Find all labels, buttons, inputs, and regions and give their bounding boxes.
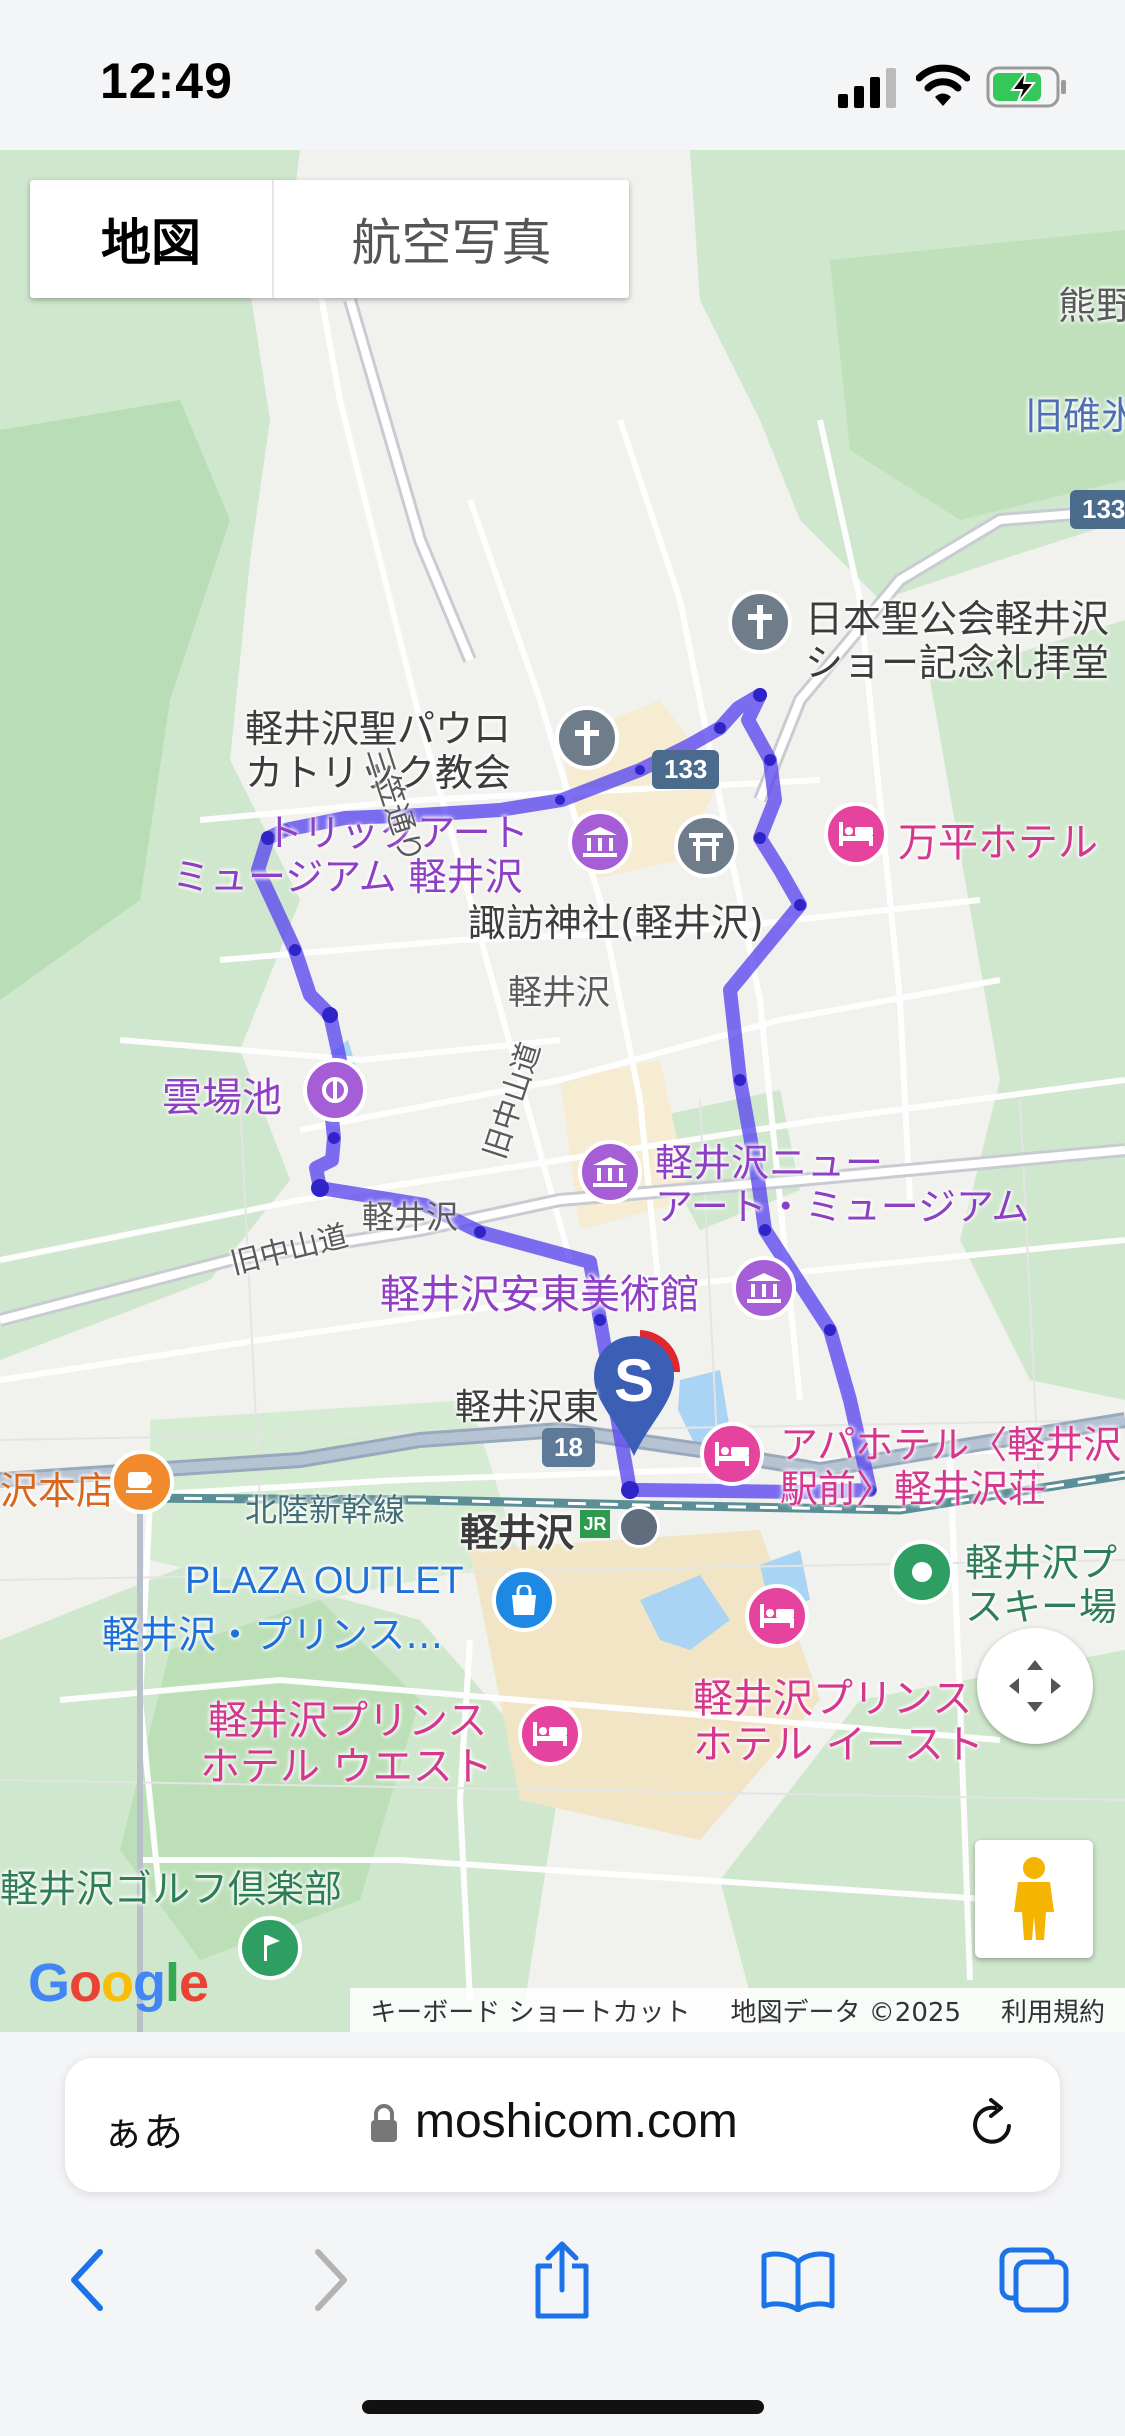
church-icon[interactable]	[555, 706, 619, 770]
hotel-icon[interactable]	[700, 1422, 764, 1486]
label-karuizawa-area: 軽井沢	[508, 973, 610, 1013]
tabs-button[interactable]	[984, 2230, 1084, 2330]
route-18-shield: 18	[542, 1428, 595, 1467]
label-cafe-honten: 沢本店	[0, 1469, 115, 1513]
label-apa-hotel-2: 駅前〉軽井沢荘	[780, 1467, 1047, 1511]
label-new-art-2: アート・ミュージアム	[655, 1185, 1030, 1229]
shrine-icon[interactable]	[674, 814, 738, 878]
terms-link[interactable]: 利用規約	[1001, 1992, 1105, 2029]
label-golf-club: 軽井沢ゴルフ倶楽部	[0, 1867, 343, 1911]
label-ando-museum: 軽井沢安東美術館	[380, 1272, 700, 1318]
share-button[interactable]	[512, 2230, 612, 2330]
fullscreen-button[interactable]	[977, 1628, 1093, 1744]
label-plaza-outlet-2: 軽井沢・プリンス…	[102, 1613, 444, 1657]
label-prince-west-2: ホテル ウエスト	[200, 1744, 493, 1790]
label-suwa-shrine: 諏訪神社(軽井沢)	[468, 901, 764, 945]
hotel-icon[interactable]	[824, 802, 888, 866]
status-bar: 12:49	[0, 0, 1125, 150]
label-prince-east-2: ホテル イースト	[693, 1722, 984, 1768]
golf-icon[interactable]	[238, 1916, 302, 1980]
wifi-icon	[916, 64, 970, 106]
keyboard-shortcuts-link[interactable]: キーボード ショートカット	[370, 1992, 690, 2029]
map-type-map-button[interactable]: 地図	[30, 180, 274, 298]
label-karuizawa-station: 軽井沢	[460, 1511, 575, 1555]
book-icon	[761, 2251, 835, 2312]
jr-icon: JR	[580, 1510, 610, 1538]
lock-icon	[371, 2104, 397, 2142]
label-ski-2: スキー場	[965, 1585, 1118, 1629]
shopping-icon[interactable]	[492, 1568, 556, 1632]
status-time: 12:49	[100, 53, 233, 109]
bookmarks-button[interactable]	[748, 2230, 848, 2330]
church-icon[interactable]	[728, 590, 792, 654]
museum-icon[interactable]	[568, 810, 632, 874]
map-type-control: 地図 航空写真	[30, 180, 629, 298]
street-view-pegman-button[interactable]	[975, 1840, 1093, 1958]
label-karuizawa-road: 軽井沢	[362, 1198, 459, 1236]
label-plaza-outlet-1: PLAZA OUTLET	[185, 1560, 464, 1602]
park-icon[interactable]	[303, 1058, 367, 1122]
label-kumobaike: 雲場池	[162, 1075, 282, 1121]
start-marker-letter: S	[613, 1347, 655, 1414]
map-attribution-bar: キーボード ショートカット 地図データ ©2025 利用規約	[350, 1988, 1125, 2032]
label-hokuriku-shinkansen: 北陸新幹線	[245, 1491, 406, 1529]
forward-button[interactable]	[280, 2230, 380, 2330]
label-kyuusui: 旧碓氷	[1025, 394, 1125, 438]
reader-options-button[interactable]: ぁあ	[103, 2100, 183, 2158]
pegman-icon	[1014, 1857, 1054, 1940]
route-133-shield-edge: 133	[1070, 490, 1125, 529]
start-marker[interactable]: S	[590, 1330, 680, 1460]
ski-resort-icon[interactable]	[890, 1540, 954, 1604]
reload-icon[interactable]	[965, 2096, 1021, 2152]
label-anglican-church-2: ショー記念礼拝堂	[805, 641, 1110, 685]
chevron-right-icon	[315, 2249, 347, 2311]
museum-icon[interactable]	[732, 1256, 796, 1320]
tabs-icon	[999, 2247, 1069, 2313]
cafe-icon[interactable]	[110, 1450, 174, 1514]
museum-icon[interactable]	[578, 1140, 642, 1204]
share-icon	[535, 2241, 589, 2319]
url-text: moshicom.com	[415, 2095, 738, 2148]
hotel-icon[interactable]	[745, 1584, 809, 1648]
hotel-icon[interactable]	[518, 1702, 582, 1766]
back-button[interactable]	[38, 2230, 138, 2330]
station-icon[interactable]	[618, 1506, 660, 1548]
address-bar[interactable]: ぁあ moshicom.com	[65, 2058, 1060, 2192]
map-data-text: 地図データ ©2025	[730, 1997, 961, 2028]
label-karuizawa-higashi: 軽井沢東	[455, 1387, 600, 1428]
map-view[interactable]: 地図 航空写真 133 133 18 熊野 旧碓氷 日本聖公会軽井沢 ショー記念…	[0, 150, 1125, 2032]
home-indicator	[362, 2400, 764, 2414]
cellular-signal-icon	[838, 68, 896, 108]
google-logo: Google	[28, 1953, 209, 2013]
battery-charging-icon	[986, 66, 1066, 108]
map-type-satellite-button[interactable]: 航空写真	[274, 180, 629, 298]
fullscreen-icon	[1009, 1660, 1061, 1712]
label-manpei-hotel: 万平ホテル	[898, 820, 1098, 866]
route-133-shield: 133	[652, 750, 720, 789]
label-kumano: 熊野	[1058, 284, 1125, 328]
chevron-left-icon	[71, 2249, 103, 2311]
